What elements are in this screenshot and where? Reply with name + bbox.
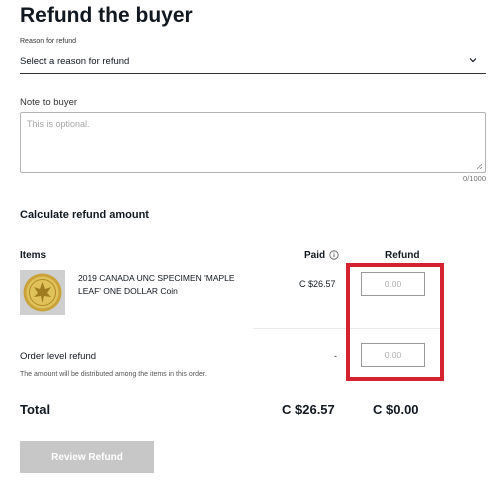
order-level-paid-amount: - bbox=[334, 351, 337, 361]
reason-selected-value: Select a reason for refund bbox=[20, 56, 130, 67]
item-paid-amount: C $26.57 bbox=[299, 279, 336, 289]
note-placeholder: This is optional. bbox=[27, 119, 90, 129]
note-label: Note to buyer bbox=[20, 97, 78, 108]
order-level-refund-label: Order level refund bbox=[20, 351, 97, 362]
review-refund-button[interactable]: Review Refund bbox=[20, 441, 154, 473]
column-header-refund: Refund bbox=[385, 250, 420, 261]
calculate-heading: Calculate refund amount bbox=[20, 209, 149, 221]
resize-grip-icon[interactable] bbox=[476, 163, 483, 170]
total-paid-amount: C $26.57 bbox=[282, 402, 335, 417]
total-refund-amount: C $0.00 bbox=[373, 402, 419, 417]
column-header-items: Items bbox=[20, 250, 47, 261]
coin-thumbnail bbox=[20, 270, 65, 315]
note-textarea[interactable]: This is optional. bbox=[20, 112, 486, 173]
row-divider bbox=[253, 328, 443, 329]
total-label: Total bbox=[20, 402, 51, 417]
chevron-down-icon bbox=[469, 58, 477, 63]
page-title: Refund the buyer bbox=[20, 4, 193, 27]
reason-label: Reason for refund bbox=[20, 38, 77, 45]
item-refund-input[interactable] bbox=[361, 272, 425, 296]
reason-dropdown[interactable]: Select a reason for refund bbox=[20, 50, 486, 74]
order-level-refund-input[interactable] bbox=[361, 343, 425, 367]
info-icon[interactable] bbox=[329, 250, 339, 260]
order-level-note: The amount will be distributed among the… bbox=[20, 371, 207, 378]
note-character-counter: 0/1000 bbox=[463, 174, 486, 183]
column-header-paid: Paid bbox=[304, 250, 326, 261]
item-title[interactable]: 2019 CANADA UNC SPECIMEN 'MAPLE LEAF' ON… bbox=[78, 272, 253, 298]
